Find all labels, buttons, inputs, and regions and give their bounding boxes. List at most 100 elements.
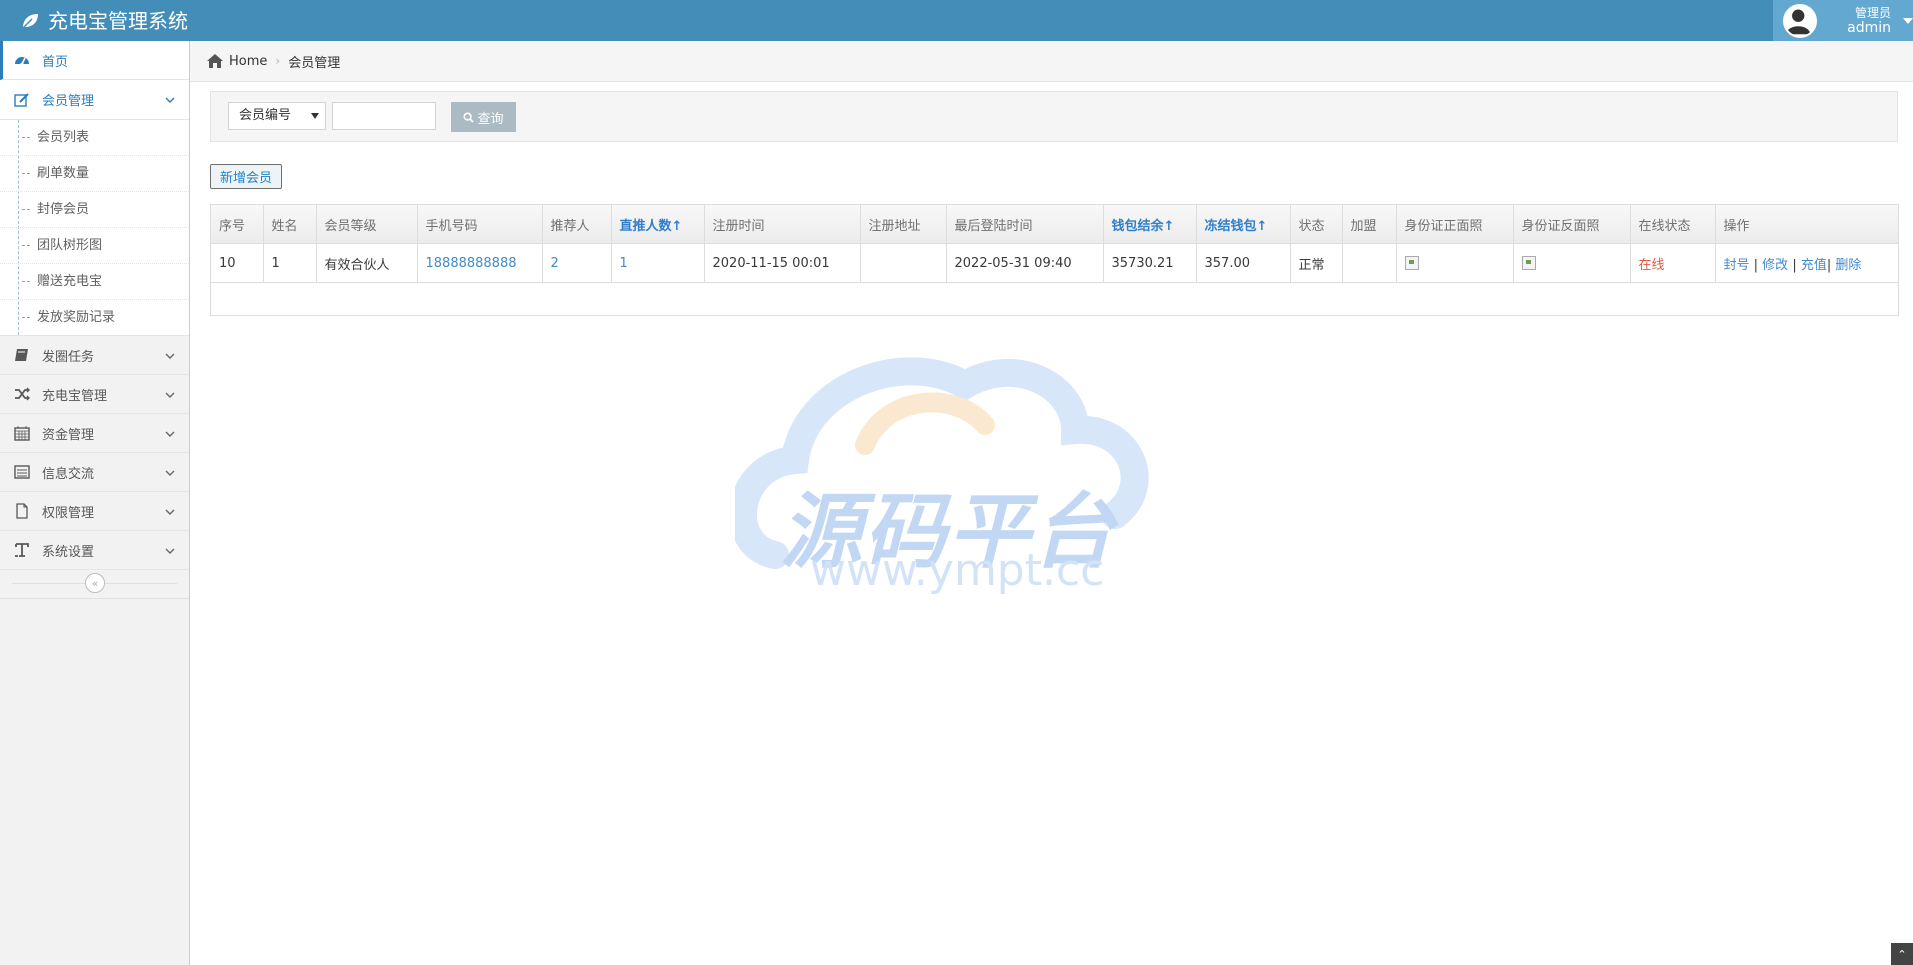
phone-link[interactable]: 18888888888	[426, 256, 517, 271]
search-icon	[463, 111, 475, 123]
chevron-down-icon	[165, 353, 175, 359]
member-submenu: 会员列表 刷单数量 封停会员 团队树形图 赠送充电宝 发放奖励记录	[0, 120, 189, 336]
chevron-down-icon	[165, 509, 175, 515]
col-header: 序号	[211, 205, 264, 244]
sidebar-item-home[interactable]: 首页	[0, 41, 189, 80]
chevron-down-icon	[165, 97, 175, 103]
edit-icon	[12, 92, 32, 108]
app-title: 充电宝管理系统	[48, 8, 188, 33]
col-header: 加盟	[1341, 205, 1397, 244]
calendar-icon	[12, 425, 32, 441]
leaf-icon	[22, 13, 38, 29]
sidebar-item-system-settings[interactable]: 系统设置	[0, 531, 189, 570]
breadcrumb: Home › 会员管理	[190, 41, 1913, 82]
recharge-link[interactable]: 充值	[1801, 258, 1827, 273]
sidebar-item-label: 资金管理	[42, 427, 95, 443]
cell-wallet: 35730.21	[1102, 243, 1197, 283]
breadcrumb-home[interactable]: Home	[229, 54, 267, 69]
sidebar-item-label: 信息交流	[42, 466, 95, 482]
query-button[interactable]: 查询	[451, 102, 516, 132]
cell-reg-addr	[859, 243, 947, 283]
text-icon	[12, 542, 32, 558]
col-header: 状态	[1289, 205, 1343, 244]
query-button-label: 查询	[477, 111, 504, 127]
sidebar-subitem-reward-records[interactable]: 发放奖励记录	[0, 299, 189, 335]
sidebar-item-permissions[interactable]: 权限管理	[0, 492, 189, 531]
cell-reg-time: 2020-11-15 00:01	[703, 243, 861, 283]
scroll-to-top-button[interactable]: ⌃	[1891, 943, 1913, 965]
chevron-down-icon	[165, 470, 175, 476]
file-icon	[12, 503, 32, 519]
col-header: 最后登陆时间	[945, 205, 1104, 244]
sidebar: 首页 会员管理 会员列表 刷单数量 封停会员 团队树形图 赠送充电宝 发放奖励记…	[0, 41, 190, 965]
cell-last-login: 2022-05-31 09:40	[945, 243, 1104, 283]
referrer-link[interactable]: 2	[551, 256, 559, 271]
user-role: 管理员	[1854, 5, 1891, 20]
search-field-selected: 会员编号	[239, 108, 292, 123]
cell-join	[1341, 243, 1397, 283]
col-header: 姓名	[262, 205, 317, 244]
watermark: 源码平台 www.ympt.cc	[735, 355, 1175, 605]
sidebar-item-funds-management[interactable]: 资金管理	[0, 414, 189, 453]
sort-wallet-header[interactable]: 钱包结余↑	[1102, 205, 1197, 244]
chevron-down-icon	[165, 548, 175, 554]
sidebar-subitem-gift-powerbank[interactable]: 赠送充电宝	[0, 263, 189, 299]
user-name: admin	[1847, 19, 1891, 36]
cell-id: 10	[211, 243, 264, 283]
search-panel: 会员编号 查询	[210, 91, 1898, 142]
sidebar-item-label: 首页	[42, 54, 69, 70]
sidebar-subitem-team-tree[interactable]: 团队树形图	[0, 227, 189, 263]
cell-actions: 封号 | 修改 | 充值| 删除	[1714, 243, 1898, 283]
sidebar-item-label: 会员管理	[42, 94, 95, 109]
double-chevron-left-icon: «	[91, 576, 99, 590]
cell-online-status: 在线	[1629, 243, 1716, 283]
search-input[interactable]	[332, 102, 436, 130]
edit-link[interactable]: 修改	[1762, 258, 1788, 273]
app-brand[interactable]: 充电宝管理系统	[20, 0, 188, 41]
caret-down-icon	[1903, 17, 1913, 24]
col-header: 身份证正面照	[1395, 205, 1514, 244]
sidebar-item-label: 发圈任务	[42, 349, 95, 365]
shuffle-icon	[12, 386, 32, 402]
direct-count-link[interactable]: 1	[620, 256, 628, 271]
col-header: 会员等级	[315, 205, 418, 244]
chevron-down-icon	[311, 113, 319, 119]
chevron-down-icon	[165, 431, 175, 437]
id-front-image-icon[interactable]	[1404, 256, 1419, 270]
chevron-down-icon	[165, 392, 175, 398]
table-header-row: 序号 姓名 会员等级 手机号码 推荐人 直推人数↑ 注册时间 注册地址 最后登陆…	[211, 205, 1898, 244]
search-field-select[interactable]: 会员编号	[228, 102, 326, 130]
sidebar-subitem-order-count[interactable]: 刷单数量	[0, 155, 189, 191]
sidebar-collapse-bar: «	[0, 570, 189, 599]
member-table: 序号 姓名 会员等级 手机号码 推荐人 直推人数↑ 注册时间 注册地址 最后登陆…	[210, 204, 1899, 316]
col-header: 手机号码	[416, 205, 543, 244]
sidebar-item-messages[interactable]: 信息交流	[0, 453, 189, 492]
user-menu[interactable]: 管理员 admin	[1773, 0, 1913, 41]
col-header: 在线状态	[1629, 205, 1716, 244]
ban-link[interactable]: 封号	[1724, 258, 1750, 273]
cell-frozen: 357.00	[1195, 243, 1291, 283]
breadcrumb-separator-icon: ›	[275, 54, 281, 68]
dashboard-icon	[12, 52, 32, 68]
double-chevron-up-icon: ⌃	[1897, 947, 1907, 961]
cell-name: 1	[262, 243, 317, 283]
breadcrumb-current: 会员管理	[288, 55, 341, 71]
add-member-button[interactable]: 新增会员	[210, 164, 282, 189]
sidebar-item-powerbank-management[interactable]: 充电宝管理	[0, 375, 189, 414]
sidebar-subitem-member-list[interactable]: 会员列表	[0, 120, 189, 155]
sidebar-subitem-banned-members[interactable]: 封停会员	[0, 191, 189, 227]
watermark-url: www.ympt.cc	[810, 545, 1105, 596]
sidebar-item-label: 权限管理	[42, 505, 95, 521]
delete-link[interactable]: 删除	[1835, 258, 1861, 273]
sidebar-item-tasks[interactable]: 发圈任务	[0, 336, 189, 375]
sort-frozen-header[interactable]: 冻结钱包↑	[1195, 205, 1291, 244]
sidebar-item-member-management[interactable]: 会员管理	[0, 80, 189, 120]
table-row: 10 1 有效合伙人 18888888888 2 1 2020-11-15 00…	[211, 243, 1898, 283]
cell-level: 有效合伙人	[315, 243, 418, 283]
col-header: 身份证反面照	[1512, 205, 1631, 244]
sort-direct-count-header[interactable]: 直推人数↑	[610, 205, 705, 244]
home-icon	[207, 54, 223, 68]
collapse-sidebar-button[interactable]: «	[85, 573, 105, 593]
id-back-image-icon[interactable]	[1521, 256, 1536, 270]
top-navbar: 充电宝管理系统 管理员 admin	[0, 0, 1913, 41]
